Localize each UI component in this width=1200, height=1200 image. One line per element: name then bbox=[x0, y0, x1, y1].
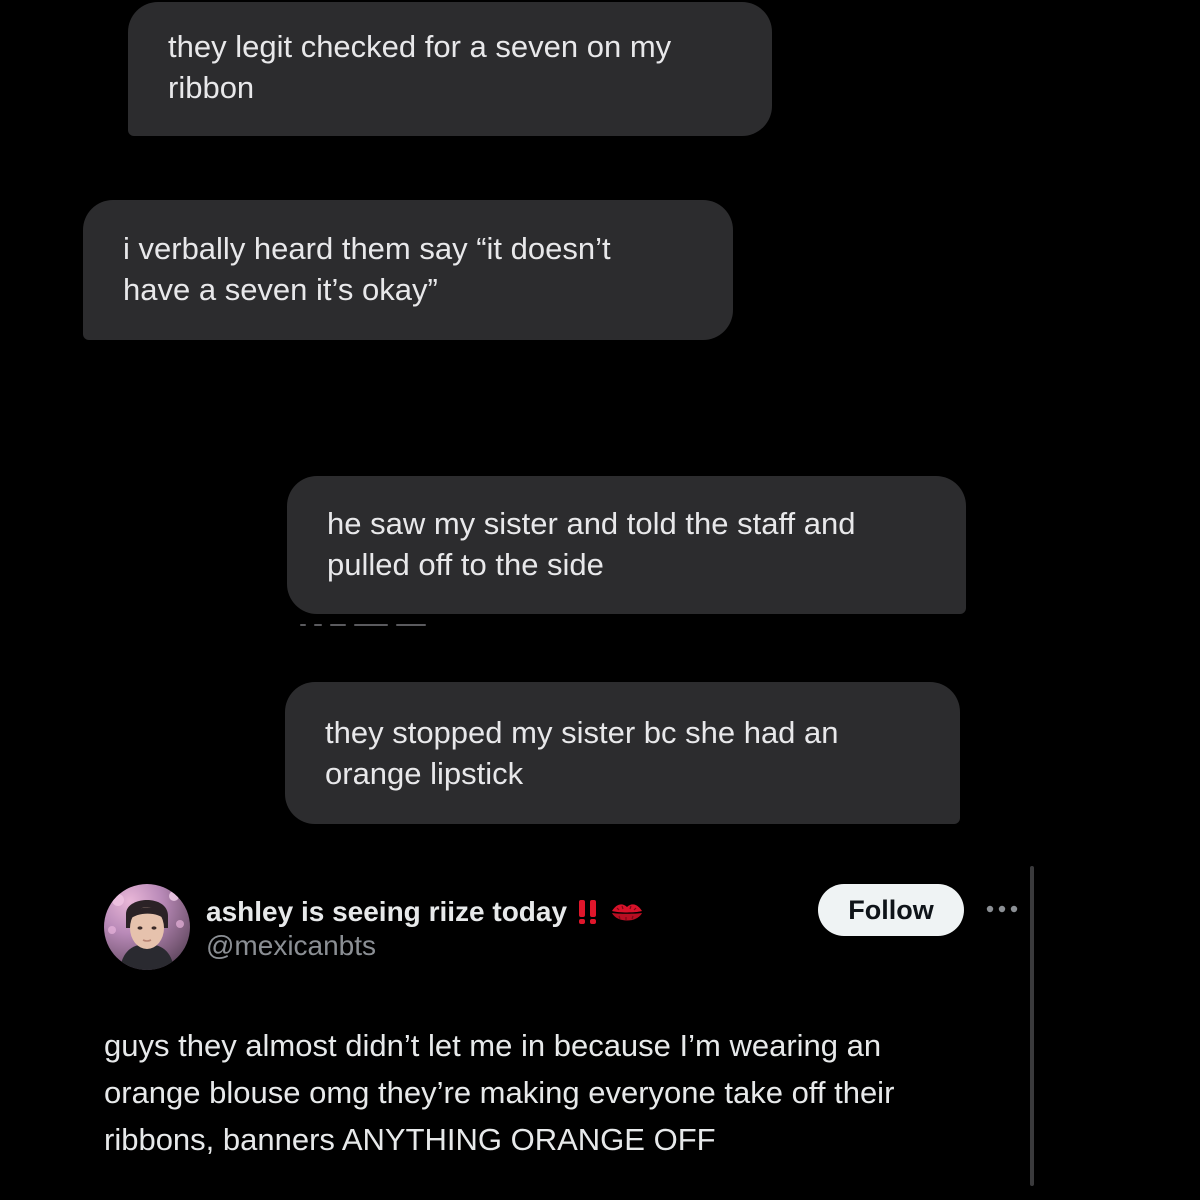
profile-photo-icon bbox=[108, 891, 184, 970]
message-bubble: they legit checked for a seven on my rib… bbox=[128, 2, 772, 136]
message-line: i verbally heard them say “it doesn’t bbox=[123, 231, 611, 266]
author-display-name[interactable]: ashley is seeing riize today bbox=[206, 896, 567, 928]
author-row: ashley is seeing riize today bbox=[206, 892, 645, 932]
message-bubble: he saw my sister and told the staff and … bbox=[287, 476, 966, 614]
message-line: he saw my sister and told the staff and bbox=[327, 506, 856, 541]
message-bubble: i verbally heard them say “it doesn’t ha… bbox=[83, 200, 733, 340]
avatar[interactable] bbox=[104, 884, 190, 970]
tweet-body: guys they almost didn’t let me in becaus… bbox=[104, 1022, 1004, 1163]
message-line: they stopped my sister bc she had an bbox=[325, 715, 839, 750]
message-line: pulled off to the side bbox=[327, 547, 604, 582]
double-exclamation-icon bbox=[579, 900, 597, 924]
tweet-text-line: orange blouse omg they’re making everyon… bbox=[104, 1075, 895, 1110]
tweet-text-line: ribbons, banners ANYTHING ORANGE OFF bbox=[104, 1122, 716, 1157]
message-line: have a seven it’s okay” bbox=[123, 272, 438, 307]
kiss-mark-icon bbox=[612, 904, 643, 921]
message-bubble: they stopped my sister bc she had an ora… bbox=[285, 682, 960, 824]
author-handle[interactable]: @mexicanbts bbox=[206, 930, 376, 962]
message-line: ribbon bbox=[168, 70, 255, 105]
cropped-timestamp bbox=[300, 622, 450, 628]
scrollbar[interactable] bbox=[1030, 866, 1034, 1186]
more-options-icon[interactable] bbox=[984, 896, 1020, 922]
message-line: they legit checked for a seven on my bbox=[168, 29, 672, 64]
follow-button[interactable]: Follow bbox=[818, 884, 964, 936]
tweet-text-line: guys they almost didn’t let me in becaus… bbox=[104, 1028, 882, 1063]
message-line: orange lipstick bbox=[325, 756, 524, 791]
